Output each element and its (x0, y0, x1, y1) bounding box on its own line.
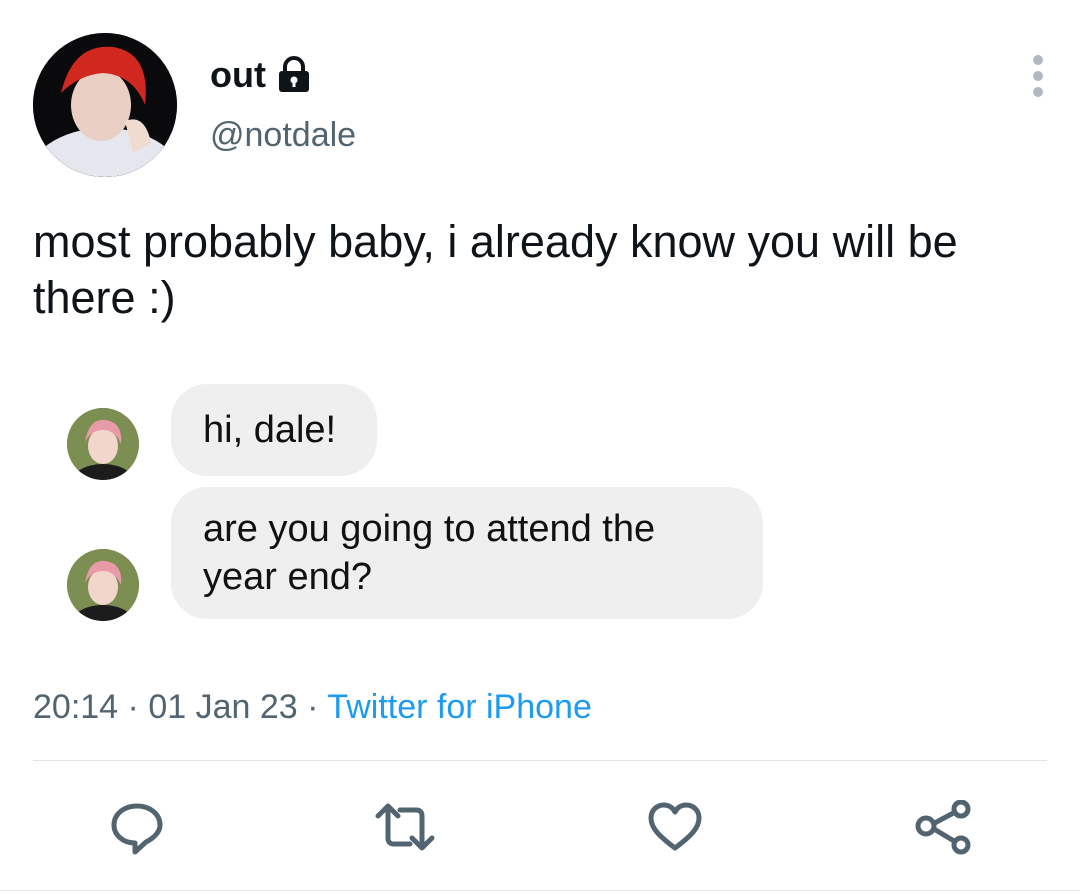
meta-separator: · (127, 688, 139, 726)
share-button[interactable] (914, 799, 974, 856)
like-icon (648, 802, 702, 851)
share-icon (915, 799, 971, 855)
message-bubble: are you going to attend the year end? (171, 487, 763, 619)
more-options-icon[interactable] (1026, 52, 1050, 100)
display-name-row: out (210, 54, 314, 96)
reply-icon (111, 803, 163, 855)
meta-separator: · (307, 688, 319, 726)
tweet-date: 01 Jan 23 (148, 688, 298, 726)
tweet-source-link[interactable]: Twitter for iPhone (327, 688, 592, 726)
profile-avatar[interactable] (33, 33, 177, 177)
retweet-button[interactable] (372, 800, 438, 856)
bottom-divider (0, 890, 1080, 891)
lock-icon (274, 56, 314, 94)
message-text: are you going to attend the year end? (203, 508, 656, 598)
message-text: hi, dale! (203, 409, 337, 451)
retweet-icon (375, 803, 435, 851)
divider (33, 760, 1047, 761)
message-bubble: hi, dale! (171, 384, 377, 476)
dm-avatar (67, 549, 139, 621)
user-handle[interactable]: @notdale (210, 116, 356, 155)
like-button[interactable] (647, 800, 703, 856)
avatar-image (33, 33, 177, 177)
reply-button[interactable] (108, 800, 166, 856)
dm-avatar (67, 408, 139, 480)
tweet-text: most probably baby, i already know you w… (33, 216, 958, 323)
tweet-time: 20:14 (33, 688, 119, 726)
display-name: out (210, 54, 266, 95)
tweet-meta: 20:14 · 01 Jan 23 · Twitter for iPhone (33, 688, 592, 727)
